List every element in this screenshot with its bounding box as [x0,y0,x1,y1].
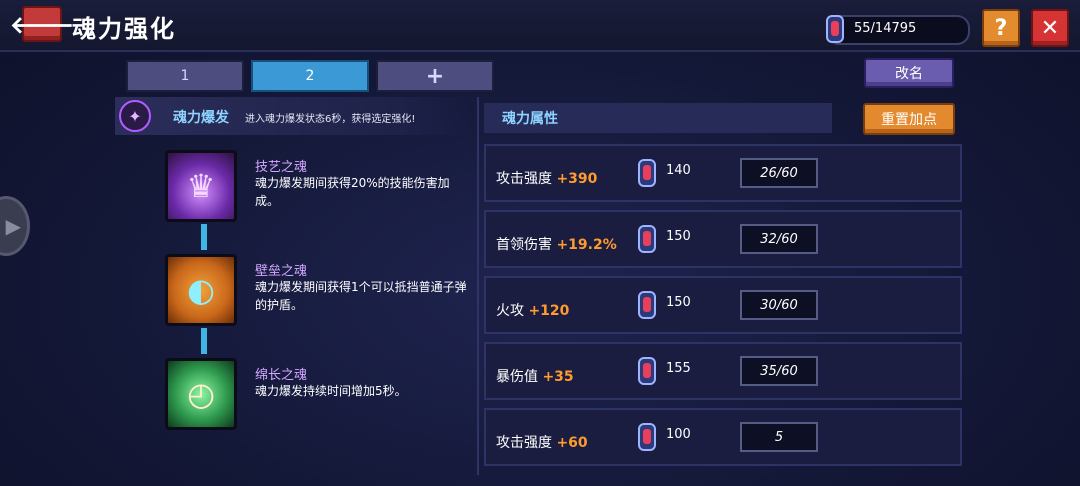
soul-gem-icon [638,423,656,451]
page-title: 魂力强化 [72,15,176,43]
attribute-level: 5 [740,422,818,452]
soul-name: 壁垒之魂 [255,264,308,279]
attribute-label: 火攻 +120 [496,300,569,320]
stopwatch-icon: ◴ [165,358,237,430]
rename-button[interactable]: 改名 [864,58,954,88]
help-button[interactable]: ? [982,9,1020,47]
soul-gem-icon [826,15,844,43]
burst-name: 魂力爆发 [173,110,229,126]
soul-gem-icon [638,357,656,385]
soul-description: 魂力爆发期间获得1个可以抵挡普通子弹的护盾。 [255,280,467,312]
soul-currency: 55/14795 [826,15,970,45]
close-button[interactable]: ✕ [1031,9,1069,47]
soul-name: 技艺之魂 [255,160,308,175]
tab-2[interactable]: 2 [251,60,369,92]
attribute-label: 攻击强度 +390 [496,168,597,188]
attribute-level: 30/60 [740,290,818,320]
tab-add[interactable]: + [376,60,494,92]
attribute-bonus: +120 [528,303,570,319]
side-nav-arrow[interactable]: ▶ [0,196,30,256]
panel-divider [477,97,479,475]
reset-points-button[interactable]: 重置加点 [863,103,955,135]
attribute-name: 火攻 [496,303,524,319]
attribute-row[interactable]: 首领伤害 +19.2% 150 32/60 [484,210,962,268]
attribute-bonus: +19.2% [556,237,617,253]
attribute-cost: 100 [666,427,691,442]
currency-value: 55/14795 [854,21,917,36]
attribute-level: 35/60 [740,356,818,386]
attribute-bonus: +60 [556,435,588,451]
soul-description: 魂力爆发期间获得20%的技能伤害加成。 [255,176,450,208]
attribute-bonus: +390 [556,171,598,187]
connector-line [201,328,207,354]
attribute-name: 攻击强度 [496,171,552,187]
attribute-cost: 150 [666,229,691,244]
attribute-row[interactable]: 暴伤值 +35 155 35/60 [484,342,962,400]
back-arrow-icon: 🡐 [9,10,75,39]
attribute-label: 暴伤值 +35 [496,366,574,386]
attribute-row[interactable]: 攻击强度 +60 100 5 [484,408,962,466]
attribute-name: 暴伤值 [496,369,538,385]
attribute-name: 攻击强度 [496,435,552,451]
soul-description: 魂力爆发持续时间增加5秒。 [255,384,407,398]
soul-name: 绵长之魂 [255,368,308,383]
attribute-cost: 150 [666,295,691,310]
attributes-title: 魂力属性 [484,103,832,133]
attribute-label: 攻击强度 +60 [496,432,588,452]
shield-icon: ◐ [165,254,237,326]
soul-gem-icon [638,159,656,187]
tab-1[interactable]: 1 [126,60,244,92]
attribute-label: 首领伤害 +19.2% [496,234,617,254]
top-bar: 🡐 魂力强化 55/14795 ? ✕ [0,0,1080,52]
burst-description: 进入魂力爆发状态6秒，获得选定强化! [245,114,416,125]
back-button[interactable]: 🡐 [10,6,74,42]
arrow-right-icon: ▶ [5,214,21,238]
attribute-cost: 140 [666,163,691,178]
attribute-cost: 155 [666,361,691,376]
connector-line [201,224,207,250]
attribute-name: 首领伤害 [496,237,552,253]
soul-gem-icon [638,291,656,319]
attribute-bonus: +35 [542,369,574,385]
attribute-row[interactable]: 攻击强度 +390 140 26/60 [484,144,962,202]
attribute-row[interactable]: 火攻 +120 150 30/60 [484,276,962,334]
purple-flame-icon: ♛ [165,150,237,222]
soul-burst-panel: ✦ 魂力爆发 进入魂力爆发状态6秒，获得选定强化! ♛ 技艺之魂 魂力爆发期间获… [115,97,473,475]
attribute-level: 26/60 [740,158,818,188]
attribute-level: 32/60 [740,224,818,254]
burst-header: ✦ 魂力爆发 进入魂力爆发状态6秒，获得选定强化! [115,97,473,135]
burst-star-icon: ✦ [119,100,151,132]
soul-gem-icon [638,225,656,253]
